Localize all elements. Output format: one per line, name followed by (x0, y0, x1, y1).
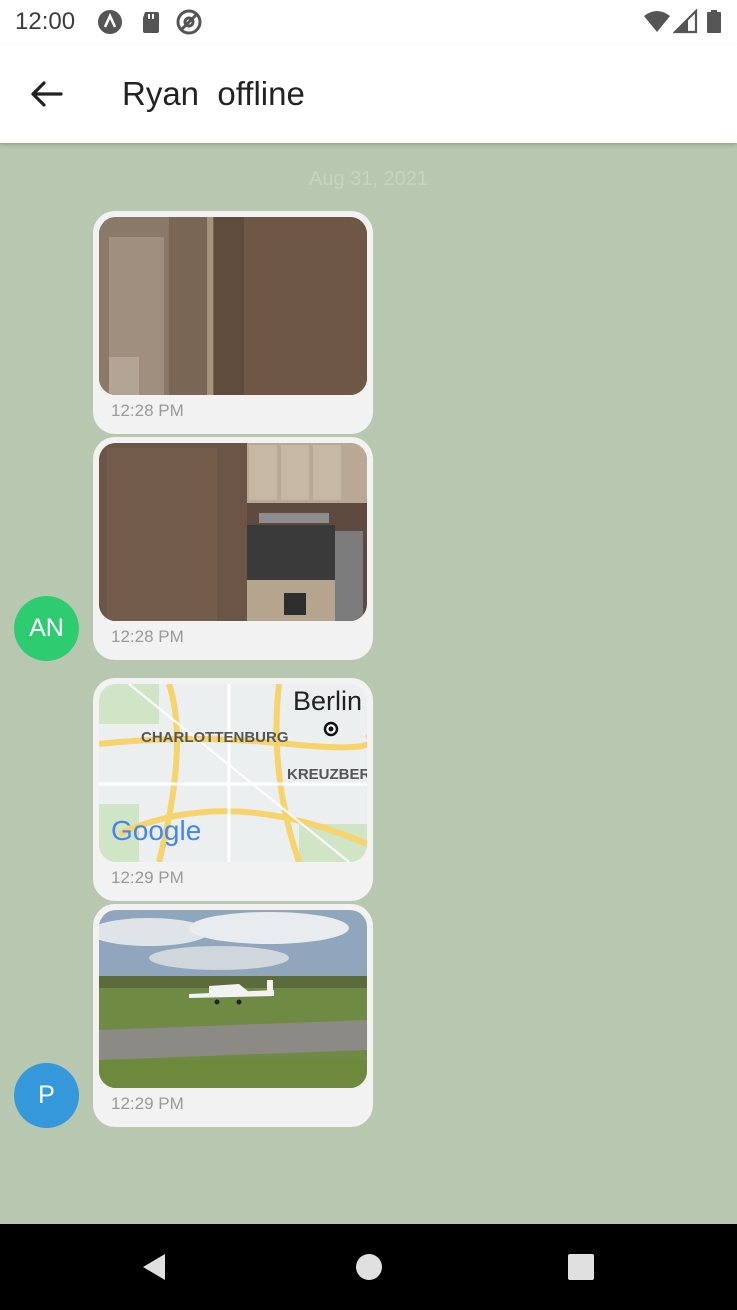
avatar[interactable]: P (14, 1063, 79, 1128)
sd-card-icon (138, 9, 164, 35)
home-circle-icon[interactable] (354, 1252, 384, 1282)
system-navigation-bar (0, 1224, 737, 1310)
recents-square-icon[interactable] (566, 1252, 596, 1282)
arrow-left-icon (31, 81, 63, 107)
date-separator: Aug 31, 2021 (309, 168, 428, 190)
map-district-label: CHARLOTTENBURG (141, 729, 289, 746)
airplane-photo[interactable] (99, 910, 367, 1088)
message-time: 12:28 PM (111, 401, 184, 420)
avatar[interactable]: AN (14, 596, 79, 661)
battery-icon (706, 9, 732, 35)
status-bar: 12:00 (0, 0, 737, 45)
kitchen-photo[interactable] (99, 443, 367, 621)
image-message[interactable]: 12:28 PM (93, 437, 373, 660)
wifi-icon (643, 9, 670, 35)
message-time: 12:29 PM (111, 1094, 184, 1113)
google-logo: Google (111, 815, 202, 846)
location-message[interactable]: Berlin CHARLOTTENBURG KREUZBERG Google 1… (93, 678, 373, 901)
message-time: 12:28 PM (111, 627, 184, 646)
message-time: 12:29 PM (111, 868, 184, 887)
signal-icon (672, 8, 699, 35)
chat-header: Ryan offline (0, 45, 737, 143)
a-logo-icon (97, 9, 123, 35)
room-photo[interactable] (99, 217, 367, 395)
map-city-label: Berlin (293, 686, 363, 716)
back-button[interactable] (22, 72, 70, 116)
image-message[interactable]: 12:29 PM (93, 904, 373, 1127)
back-triangle-icon[interactable] (139, 1252, 169, 1282)
message-list[interactable]: Aug 31, 2021 12:28 PM 12:28 PM Berlin CH… (0, 143, 737, 1224)
page-title: Ryan offline (122, 75, 305, 112)
image-message[interactable]: 12:28 PM (93, 211, 373, 434)
map-district-label: KREUZBERG (287, 766, 367, 783)
at-sign-icon (176, 9, 202, 35)
map[interactable]: Berlin CHARLOTTENBURG KREUZBERG Google (99, 684, 367, 862)
status-time: 12:00 (15, 8, 76, 35)
